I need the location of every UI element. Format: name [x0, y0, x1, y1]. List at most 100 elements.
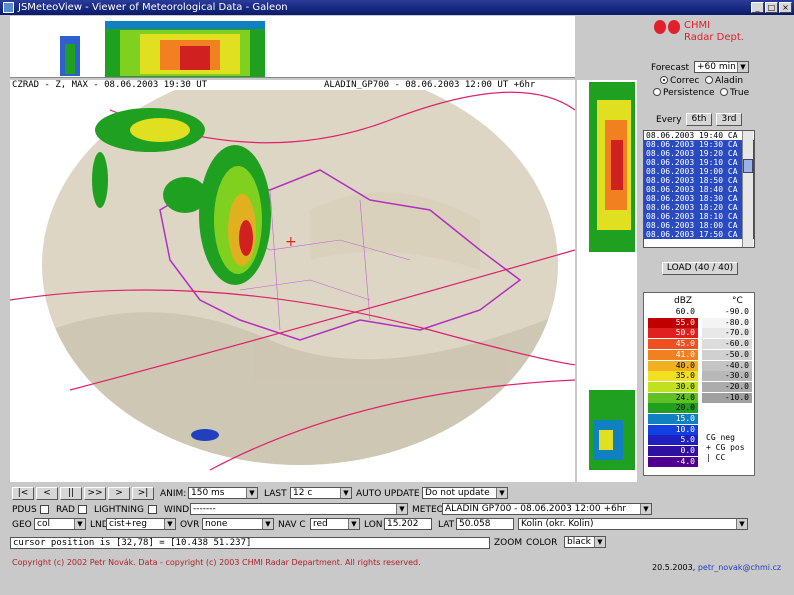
- geo-value: col: [37, 519, 50, 529]
- last-value: 12 c: [293, 488, 313, 498]
- radio-persistence[interactable]: Persistence: [653, 88, 714, 98]
- logo-drop-icon: [668, 20, 680, 34]
- lon-field[interactable]: 15.202: [384, 518, 432, 530]
- time-list-item[interactable]: 08.06.2003 17:50 CA: [644, 230, 754, 239]
- geo-select[interactable]: col ▼: [34, 518, 86, 530]
- time-list-item[interactable]: 08.06.2003 19:40 CA: [644, 131, 754, 140]
- wind-select[interactable]: ------- ▼: [190, 503, 408, 515]
- chmi-logo: CHMI Radar Dept.: [650, 18, 760, 48]
- radio-aladin-label: Aladin: [715, 76, 744, 86]
- meteo-value: ALADIN GP700 - 08.06.2003 12:00 +6hr: [445, 504, 627, 514]
- time-list-item[interactable]: 08.06.2003 18:10 CA: [644, 212, 754, 221]
- wind-value: -------: [193, 504, 216, 514]
- time-list-item[interactable]: 08.06.2003 19:30 CA: [644, 140, 754, 149]
- place-select[interactable]: Kolin (okr. Kolin) ▼: [518, 518, 748, 530]
- radio-aladin[interactable]: Aladin: [705, 76, 743, 86]
- legend-temp-entry: -50.0: [702, 349, 752, 360]
- nav-button[interactable]: ||: [60, 487, 82, 500]
- place-value: Kolin (okr. Kolin): [521, 519, 594, 529]
- every-6th-button[interactable]: 6th: [686, 113, 712, 126]
- time-list-rows: 08.06.2003 19:40 CA 08.06.2003 19:30 CA 08…: [644, 131, 754, 239]
- footer-date: 20.5.2003,: [652, 563, 696, 572]
- time-list-item[interactable]: 08.06.2003 18:50 CA: [644, 176, 754, 185]
- radar-caption: CZRAD - Z, MAX - 08.06.2003 19:30 UT: [12, 80, 208, 90]
- legend-dbz-entry: 15.0: [648, 414, 698, 424]
- every-3rd-button[interactable]: 3rd: [716, 113, 742, 126]
- time-list-item[interactable]: 08.06.2003 18:30 CA: [644, 194, 754, 203]
- cursor-crosshair: +: [285, 234, 297, 250]
- author-email-link[interactable]: petr_novak@chmi.cz: [698, 563, 781, 572]
- lat-field[interactable]: 50.058: [456, 518, 514, 530]
- autoupdate-select[interactable]: Do not update ▼: [422, 487, 508, 499]
- legend-dbz-entry: -4.0: [648, 456, 698, 467]
- every-label: Every: [656, 115, 682, 125]
- time-list-item[interactable]: 08.06.2003 18:20 CA: [644, 203, 754, 212]
- close-button[interactable]: ×: [779, 2, 792, 13]
- anim-select[interactable]: 150 ms ▼: [188, 487, 258, 499]
- nav-button[interactable]: >>: [84, 487, 106, 500]
- chevron-down-icon: ▼: [736, 519, 747, 529]
- meteo-label: METEO: [412, 505, 444, 515]
- chevron-down-icon: ▼: [594, 537, 605, 547]
- nav-button[interactable]: >: [108, 487, 130, 500]
- nav-button[interactable]: >|: [132, 487, 154, 500]
- chevron-down-icon: ▼: [246, 488, 257, 498]
- lightning-label: LIGHTNING: [94, 505, 145, 515]
- time-list-item[interactable]: 08.06.2003 18:40 CA: [644, 185, 754, 194]
- legend-temp-entry: -40.0: [702, 360, 752, 371]
- map-controls: GEO col ▼ LND cist+reg ▼ OVR none ▼ NAV C r…: [10, 518, 748, 531]
- chevron-down-icon: ▼: [396, 504, 407, 514]
- rad-checkbox[interactable]: [78, 505, 87, 514]
- nav-button[interactable]: |<: [12, 487, 34, 500]
- navc-select[interactable]: red ▼: [310, 518, 360, 530]
- color-select[interactable]: black ▼: [564, 536, 606, 548]
- chevron-down-icon: ▼: [348, 519, 359, 529]
- chevron-down-icon: ▼: [496, 488, 507, 498]
- pdus-label: PDUS: [12, 505, 37, 515]
- time-list-item[interactable]: 08.06.2003 18:00 CA: [644, 221, 754, 230]
- radio-icon: [720, 88, 728, 96]
- legend-temp-header: °C: [732, 296, 743, 306]
- forecast-select[interactable]: +60 min ▼: [694, 61, 749, 73]
- legend-temp-entry: -10.0: [702, 392, 752, 403]
- model-caption: ALADIN_GP700 - 08.06.2003 12:00 UT +6hr: [324, 80, 536, 90]
- last-select[interactable]: 12 c ▼: [290, 487, 352, 499]
- meteo-select[interactable]: ALADIN GP700 - 08.06.2003 12:00 +6hr ▼: [442, 503, 652, 515]
- pdus-checkbox[interactable]: [40, 505, 49, 514]
- radio-correc[interactable]: Correc: [660, 76, 699, 86]
- footer-credit: 20.5.2003, petr_novak@chmi.cz: [652, 563, 781, 573]
- layer-controls: PDUS RAD LIGHTNING WIND ------- ▼ METEO A…: [10, 503, 652, 516]
- legend-dbz-entry: 0.0: [648, 446, 698, 457]
- scrollbar-thumb[interactable]: [743, 159, 753, 173]
- time-list-scrollbar[interactable]: [742, 131, 753, 247]
- chevron-down-icon: ▼: [164, 519, 175, 529]
- load-button[interactable]: LOAD (40 / 40): [662, 262, 738, 275]
- cursor-status: cursor position is [32,78] = [10.438 51.…: [10, 537, 490, 549]
- lnd-select[interactable]: cist+reg ▼: [106, 518, 176, 530]
- time-list[interactable]: 08.06.2003 19:40 CA 08.06.2003 19:30 CA 08…: [643, 130, 755, 248]
- legend-lightning-entry: + CG pos: [706, 443, 745, 452]
- radio-correc-label: Correc: [670, 76, 700, 86]
- minimize-button[interactable]: _: [751, 2, 764, 13]
- radar-map[interactable]: +: [10, 90, 575, 482]
- radio-checked-icon: [660, 76, 668, 84]
- ovr-select[interactable]: none ▼: [202, 518, 274, 530]
- maximize-button[interactable]: □: [765, 2, 778, 13]
- profile-right-graphic: [589, 82, 635, 470]
- time-list-item[interactable]: 08.06.2003 19:10 CA: [644, 158, 754, 167]
- lightning-checkbox[interactable]: [148, 505, 157, 514]
- time-list-item[interactable]: 08.06.2003 19:20 CA: [644, 149, 754, 158]
- last-label: LAST: [264, 489, 287, 499]
- legend-lightning-entry: | CC: [706, 453, 726, 462]
- legend-temp-entry: -70.0: [702, 328, 752, 339]
- nav-button[interactable]: <: [36, 487, 58, 500]
- zoom-label: ZOOM: [494, 538, 523, 548]
- vertical-profile-top: [10, 16, 575, 78]
- radio-icon: [653, 88, 661, 96]
- legend-dbz-entry: 10.0: [648, 424, 698, 435]
- radio-true[interactable]: True: [720, 88, 749, 98]
- legend-dbz-header: dBZ: [674, 296, 693, 306]
- chevron-down-icon: ▼: [340, 488, 351, 498]
- time-list-item[interactable]: 08.06.2003 19:00 CA: [644, 167, 754, 176]
- legend-temp-entry: -60.0: [702, 339, 752, 350]
